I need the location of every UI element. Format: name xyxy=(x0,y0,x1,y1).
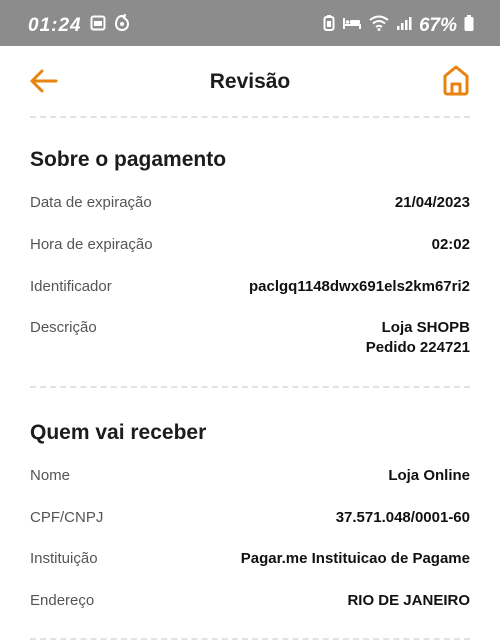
battery-percentage: 67% xyxy=(418,14,457,36)
value-description-line1: Loja SHOPB xyxy=(381,319,470,336)
label-address: Endereço xyxy=(30,592,95,609)
status-left: 01:24 xyxy=(28,14,130,37)
label-expiration-date: Data de expiração xyxy=(30,194,152,211)
wifi-icon xyxy=(369,15,389,36)
label-institution: Instituição xyxy=(30,550,98,567)
signal-icon xyxy=(396,15,412,36)
home-icon xyxy=(443,65,469,96)
home-button[interactable] xyxy=(442,64,470,96)
divider xyxy=(30,386,470,388)
status-bar: 01:24 67% xyxy=(0,0,500,46)
section-title-payment: Sobre o pagamento xyxy=(30,148,227,171)
gallery-notification-icon xyxy=(90,15,106,36)
value-address: RIO DE JANEIRO xyxy=(347,592,470,609)
bed-mode-icon xyxy=(342,16,362,35)
app-notification-icon xyxy=(114,14,130,37)
page-title: Revisão xyxy=(209,70,291,93)
value-expiration-date: 21/04/2023 xyxy=(394,194,470,211)
divider xyxy=(30,116,470,118)
section-title-receiver: Quem vai receber xyxy=(30,421,207,444)
battery-saver-icon xyxy=(323,14,335,37)
label-name: Nome xyxy=(30,467,71,484)
value-expiration-time: 02:02 xyxy=(431,236,470,253)
status-time: 01:24 xyxy=(28,14,82,36)
value-name: Loja Online xyxy=(388,467,470,484)
value-cpf-cnpj: 37.571.048/0001-60 xyxy=(335,509,470,526)
label-expiration-time: Hora de expiração xyxy=(30,236,153,253)
app-header: Revisão xyxy=(0,46,500,116)
value-identifier: paclgq1148dwx691els2km67ri2 xyxy=(249,278,470,295)
label-cpf-cnpj: CPF/CNPJ xyxy=(30,509,104,526)
label-description: Descrição xyxy=(30,319,97,336)
label-identifier: Identificador xyxy=(30,278,112,295)
divider xyxy=(30,638,470,640)
value-description-line2: Pedido 224721 xyxy=(365,339,470,356)
status-right: 67% xyxy=(323,14,474,37)
battery-icon xyxy=(464,14,474,37)
value-institution: Pagar.me Instituicao de Pagame xyxy=(240,550,470,567)
